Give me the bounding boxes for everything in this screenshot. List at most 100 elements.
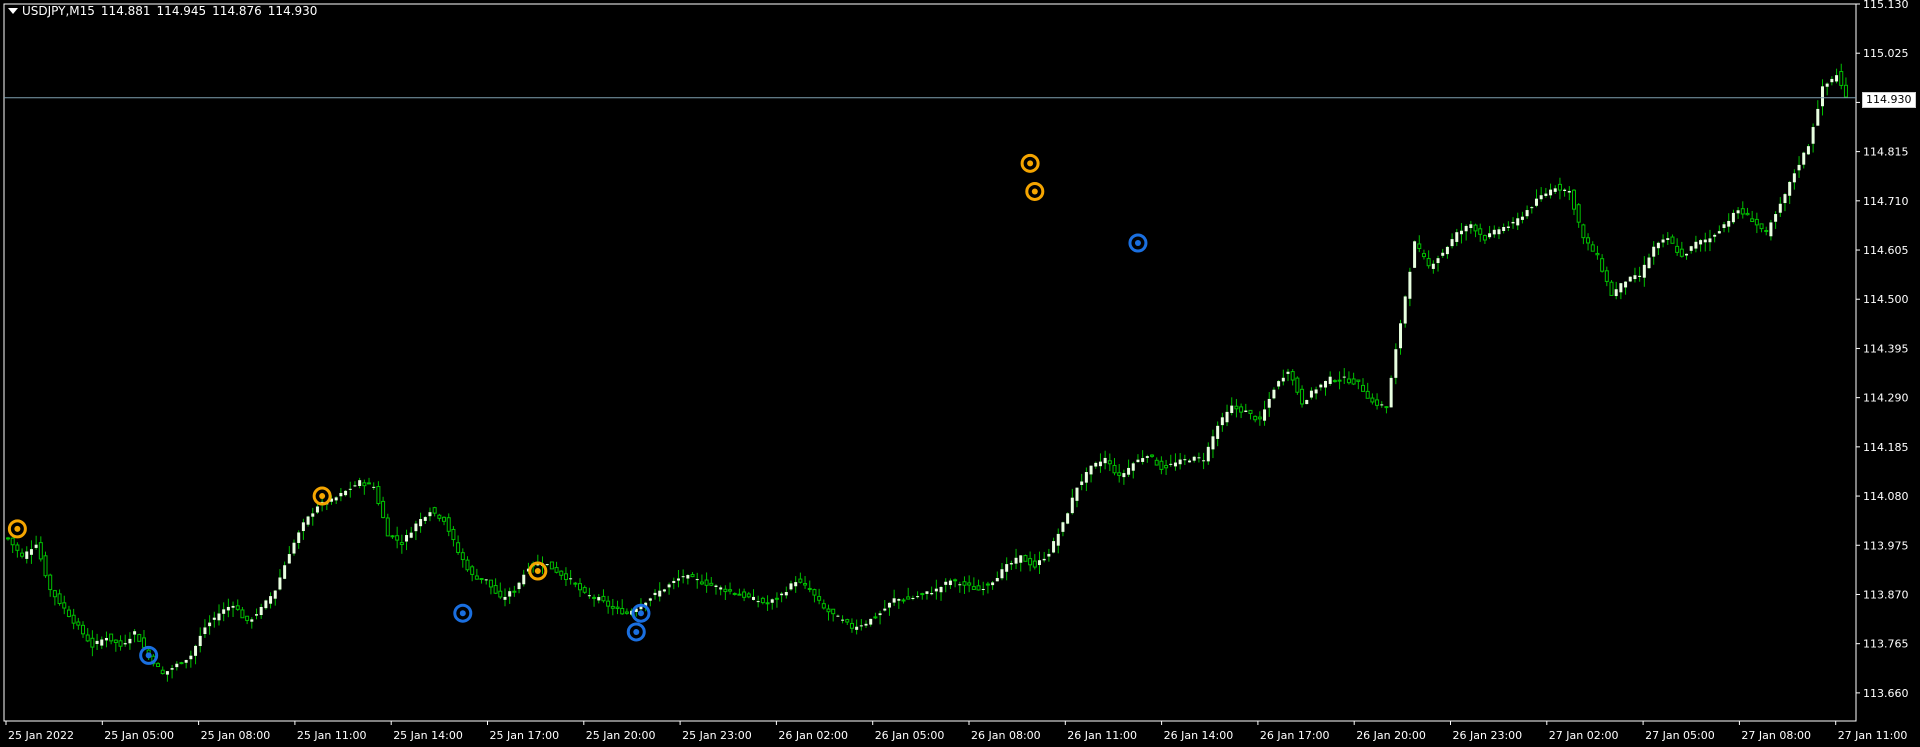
candle-body	[939, 586, 943, 593]
candle-body	[1197, 457, 1201, 459]
candle-body	[1107, 460, 1112, 465]
candle-body	[1830, 78, 1834, 83]
candle-body	[1539, 195, 1543, 200]
candle-body	[1825, 83, 1829, 87]
candle-body	[1459, 230, 1463, 235]
candle-body	[38, 542, 43, 560]
candle-body	[245, 615, 250, 621]
candle-body	[1670, 236, 1675, 244]
dropdown-triangle-icon[interactable]	[8, 8, 18, 14]
candle-body	[57, 593, 62, 605]
candle-body	[292, 542, 296, 554]
candle-body	[1436, 258, 1440, 264]
candle-body	[222, 609, 226, 614]
candle-body	[1740, 208, 1745, 215]
candle-body	[362, 482, 367, 487]
candle-body	[836, 615, 840, 617]
candle-body	[48, 574, 53, 591]
candle-body	[301, 522, 305, 532]
candle-body	[1713, 234, 1717, 237]
candlestick-chart[interactable]: 115.130115.025114.920114.815114.710114.6…	[0, 0, 1920, 747]
plot-frame	[3, 3, 1857, 722]
candle-body	[1750, 218, 1755, 222]
candle-body	[1370, 397, 1375, 403]
candle-body	[878, 613, 882, 616]
candle-body	[372, 486, 376, 488]
candle-body	[1600, 258, 1605, 272]
candle-body	[231, 605, 235, 608]
candle-body	[1351, 378, 1356, 385]
time-tick-label: 27 Jan 11:00	[1838, 729, 1908, 742]
candle-body	[137, 634, 142, 642]
candle-body	[1595, 252, 1600, 256]
candle-body	[1792, 173, 1796, 183]
candle-body	[1365, 390, 1370, 399]
candle-body	[1047, 553, 1051, 557]
candle-body	[353, 485, 357, 487]
candle-body	[522, 574, 526, 585]
time-tick-label: 27 Jan 08:00	[1741, 729, 1811, 742]
candle-body	[1703, 239, 1707, 243]
candle-body	[1089, 465, 1093, 475]
candle-body	[1441, 252, 1445, 256]
candle-body	[1272, 389, 1276, 399]
candle-body	[395, 535, 400, 541]
candle-body	[474, 575, 479, 580]
candle-body	[817, 596, 822, 601]
symbol-label: USDJPY,M15	[22, 4, 95, 18]
candle-body	[1188, 460, 1192, 463]
candle-body	[1136, 459, 1140, 463]
candle-body	[1399, 323, 1403, 349]
candle-body	[405, 535, 409, 542]
candle-body	[1094, 462, 1098, 467]
candle-body	[563, 573, 568, 580]
candle-body	[460, 552, 465, 561]
candle-body	[897, 599, 901, 601]
candle-body	[901, 599, 906, 602]
candle-body	[446, 517, 451, 532]
candle-body	[831, 608, 836, 615]
candle-body	[419, 519, 423, 527]
candle-body	[498, 590, 503, 598]
candle-body	[991, 582, 995, 586]
candle-body	[1145, 456, 1149, 458]
candle-body	[559, 570, 564, 576]
candle-body	[1380, 404, 1384, 406]
candle-body	[1469, 224, 1473, 229]
time-tick-label: 25 Jan 2022	[8, 729, 74, 742]
price-tick-label: 115.025	[1863, 47, 1909, 60]
candle-body	[855, 626, 859, 630]
candle-body	[1070, 497, 1074, 514]
candle-body	[1211, 436, 1215, 450]
candle-body	[25, 551, 29, 559]
candle-body	[859, 625, 863, 627]
candle-body	[1056, 533, 1060, 546]
candle-body	[958, 584, 962, 586]
candle-body	[807, 587, 812, 590]
time-tick-label: 25 Jan 05:00	[104, 729, 174, 742]
candle-body	[1642, 264, 1646, 278]
time-tick-label: 25 Jan 11:00	[297, 729, 367, 742]
candle-body	[1464, 225, 1468, 232]
candle-body	[376, 486, 381, 505]
candle-body	[1225, 411, 1229, 423]
candle-body	[995, 578, 999, 582]
candle-body	[1267, 398, 1271, 408]
candle-body	[479, 578, 484, 581]
candle-body	[52, 590, 57, 598]
candle-body	[259, 606, 263, 616]
candle-body	[208, 622, 212, 627]
open-value: 114.881	[100, 4, 151, 18]
candle-body	[1638, 275, 1642, 277]
candle-body	[250, 619, 254, 622]
candle-body	[1839, 71, 1844, 86]
candle-body	[719, 587, 723, 590]
candle-body	[1230, 405, 1234, 414]
candle-body	[1009, 563, 1013, 565]
candle-body	[1192, 456, 1196, 461]
price-tick-label: 114.500	[1863, 293, 1909, 306]
candle-body	[278, 577, 282, 590]
candle-body	[883, 608, 887, 611]
chart-info-bar[interactable]: USDJPY,M15 114.881 114.945 114.876 114.930	[8, 4, 323, 18]
candle-body	[10, 537, 15, 546]
